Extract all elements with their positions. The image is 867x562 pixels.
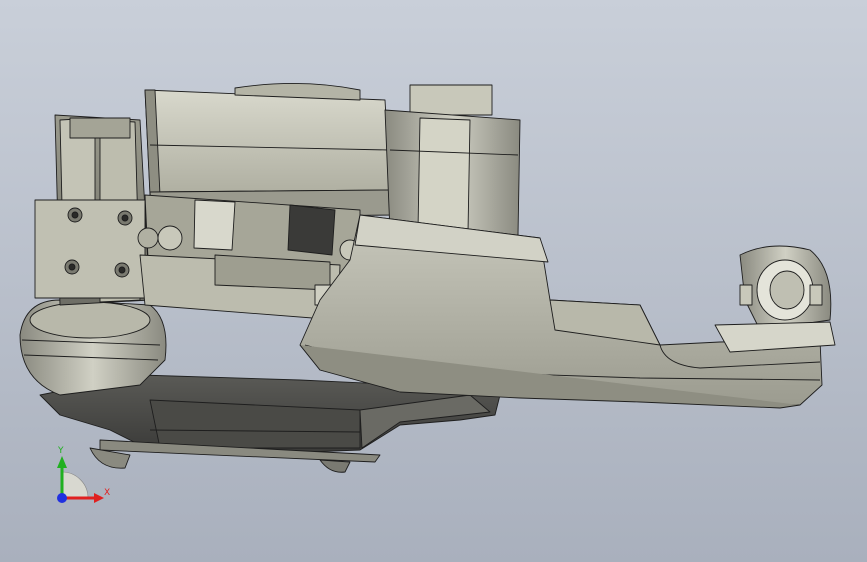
base-disc (19, 299, 167, 396)
assembly-model[interactable]: Y X (0, 0, 867, 562)
end-bearing (714, 245, 836, 353)
z-axis-dot (57, 493, 67, 503)
left-motor-block (34, 114, 151, 306)
y-axis-label: Y (57, 446, 64, 456)
x-axis-label: X (104, 488, 110, 498)
y-axis-arrowhead (57, 456, 67, 468)
x-axis-arrowhead (94, 493, 104, 503)
cad-3d-viewport[interactable]: Y X (0, 0, 867, 562)
swing-arm (299, 214, 823, 409)
vertical-motor (384, 84, 521, 236)
